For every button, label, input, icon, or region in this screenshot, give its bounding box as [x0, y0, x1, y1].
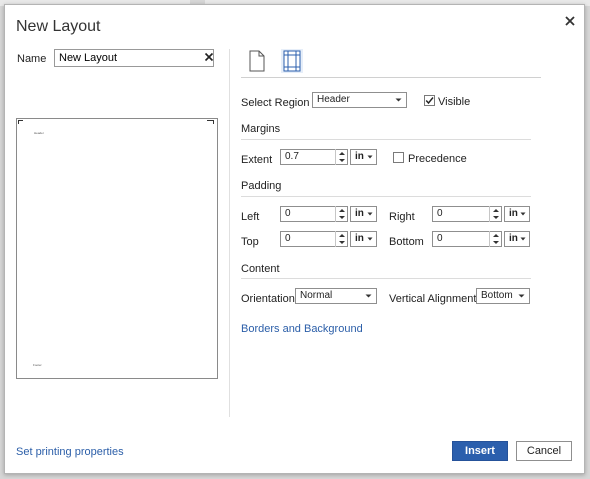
margins-divider [241, 139, 531, 140]
padding-heading: Padding [241, 180, 282, 192]
padding-right-label: Right [389, 211, 415, 223]
preview-corner-mark [213, 120, 214, 124]
padding-bottom-label: Bottom [389, 236, 424, 248]
padding-right-increment-button[interactable] [490, 206, 502, 213]
padding-right-spinner [489, 206, 502, 222]
clear-icon [204, 52, 214, 62]
padding-top-unit-select[interactable]: in [350, 231, 377, 247]
padding-right-unit-value: in [509, 208, 518, 219]
visible-checkbox[interactable] [424, 95, 435, 106]
padding-bottom-value: 0 [437, 233, 443, 244]
region-select-value: Header [317, 94, 350, 105]
chevron-down-icon [520, 212, 526, 216]
padding-left-label: Left [241, 211, 260, 223]
borders-and-background-link[interactable]: Borders and Background [241, 323, 363, 335]
extent-unit-select[interactable]: in [350, 149, 377, 165]
vertical-alignment-select[interactable]: Bottom [476, 288, 530, 304]
precedence-label: Precedence [408, 153, 467, 165]
close-button[interactable] [562, 13, 578, 29]
chevron-down-icon [365, 294, 372, 298]
chevron-down-icon [518, 294, 525, 298]
vertical-alignment-value: Bottom [481, 290, 513, 301]
padding-bottom-unit-value: in [509, 233, 518, 244]
padding-bottom-unit-select[interactable]: in [504, 231, 530, 247]
padding-top-increment-button[interactable] [336, 231, 348, 238]
dialog-title: New Layout [16, 18, 101, 35]
padding-top-unit-value: in [355, 233, 364, 244]
tab-page[interactable] [246, 49, 268, 73]
padding-bottom-decrement-button[interactable] [490, 238, 502, 245]
preview-corner-mark [18, 120, 19, 124]
spin-down-icon [493, 216, 499, 219]
layout-preview: Header Footer [16, 118, 218, 379]
vertical-divider [229, 49, 230, 417]
padding-top-input[interactable]: 0 [280, 231, 348, 247]
padding-right-decrement-button[interactable] [490, 213, 502, 220]
select-region-label: Select Region [241, 97, 310, 109]
vertical-alignment-label: Vertical Alignment [389, 293, 477, 305]
chevron-down-icon [367, 155, 373, 159]
padding-left-decrement-button[interactable] [336, 213, 348, 220]
padding-top-value: 0 [285, 233, 291, 244]
padding-right-unit-select[interactable]: in [504, 206, 530, 222]
close-icon [565, 16, 575, 26]
padding-right-input[interactable]: 0 [432, 206, 502, 222]
checkmark-icon [425, 97, 434, 105]
insert-button[interactable]: Insert [452, 441, 508, 461]
padding-bottom-input[interactable]: 0 [432, 231, 502, 247]
chevron-down-icon [520, 237, 526, 241]
extent-increment-button[interactable] [336, 149, 348, 156]
orientation-value: Normal [300, 290, 333, 301]
padding-left-value: 0 [285, 208, 291, 219]
padding-bottom-increment-button[interactable] [490, 231, 502, 238]
padding-right-value: 0 [437, 208, 443, 219]
extent-label: Extent [241, 154, 273, 166]
layout-regions-icon [283, 50, 301, 72]
content-divider [241, 278, 531, 279]
padding-top-label: Top [241, 236, 259, 248]
orientation-label: Orientation [241, 293, 295, 305]
padding-left-unit-value: in [355, 208, 364, 219]
spin-down-icon [339, 216, 345, 219]
padding-left-spinner [335, 206, 348, 222]
cancel-button[interactable]: Cancel [516, 441, 572, 461]
padding-left-input[interactable]: 0 [280, 206, 348, 222]
spin-down-icon [493, 241, 499, 244]
extent-unit-value: in [355, 151, 364, 162]
padding-top-spinner [335, 231, 348, 247]
extent-input[interactable]: 0.7 [280, 149, 348, 165]
set-printing-properties-link[interactable]: Set printing properties [16, 446, 124, 458]
chevron-down-icon [367, 212, 373, 216]
region-select[interactable]: Header [312, 92, 407, 108]
padding-left-increment-button[interactable] [336, 206, 348, 213]
name-label: Name [17, 53, 47, 65]
spin-down-icon [339, 241, 345, 244]
tabs-underline [241, 77, 541, 78]
preview-footer-text: Footer [33, 363, 42, 367]
visible-label: Visible [438, 96, 471, 108]
name-input[interactable] [54, 49, 214, 67]
padding-bottom-spinner [489, 231, 502, 247]
extent-decrement-button[interactable] [336, 156, 348, 163]
padding-divider [241, 196, 531, 197]
extent-value: 0.7 [285, 151, 299, 162]
margins-heading: Margins [241, 123, 281, 135]
spin-down-icon [339, 159, 345, 162]
padding-top-decrement-button[interactable] [336, 238, 348, 245]
precedence-checkbox[interactable] [393, 152, 404, 163]
extent-spinner [335, 149, 348, 165]
content-heading: Content [241, 263, 280, 275]
page-icon [249, 50, 265, 72]
preview-header-text: Header [34, 131, 44, 135]
tab-layout-regions[interactable] [281, 49, 303, 73]
clear-name-button[interactable] [204, 52, 214, 62]
chevron-down-icon [395, 98, 402, 102]
orientation-select[interactable]: Normal [295, 288, 377, 304]
padding-left-unit-select[interactable]: in [350, 206, 377, 222]
new-layout-dialog: New Layout Name Header Footer [4, 4, 585, 474]
chevron-down-icon [367, 237, 373, 241]
